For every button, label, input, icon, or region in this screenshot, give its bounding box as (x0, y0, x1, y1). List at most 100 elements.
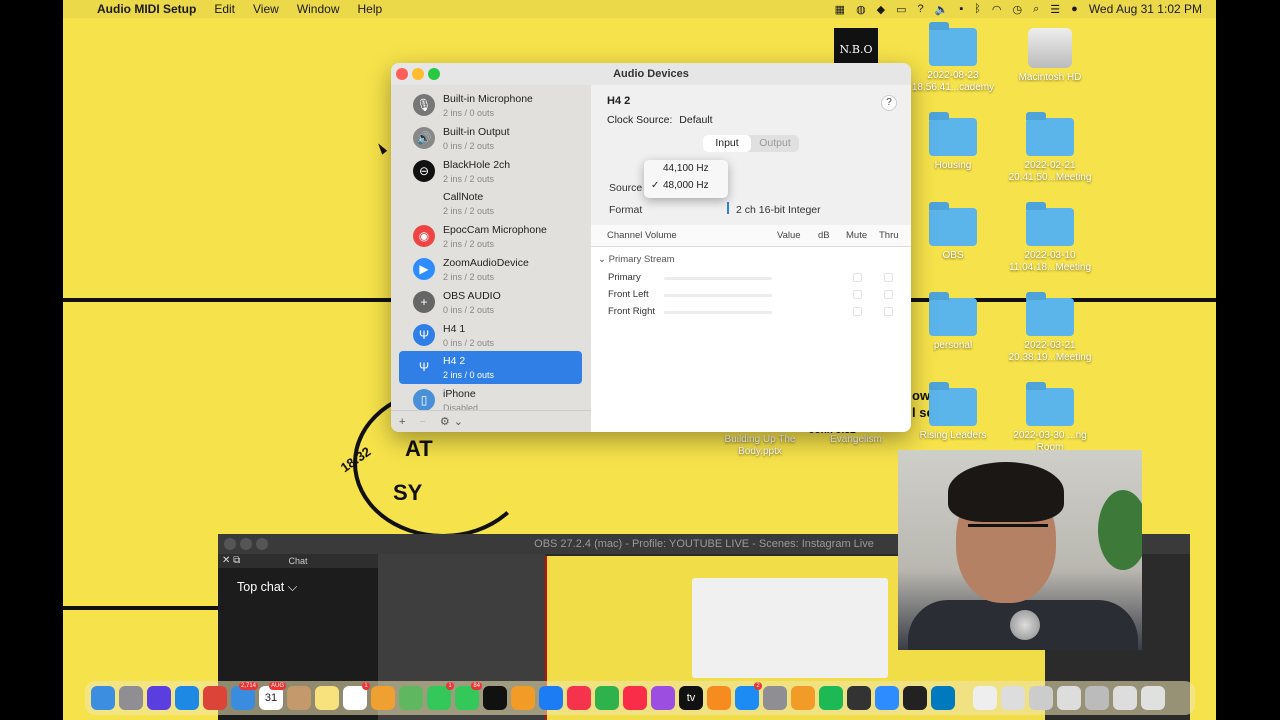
desktop-icon[interactable]: Rising Leaders (905, 382, 1001, 442)
help-status-icon[interactable]: ? (918, 3, 924, 15)
pages-icon[interactable] (511, 686, 535, 710)
device-row[interactable]: + OBS AUDIO 0 ins / 2 outs (399, 286, 582, 319)
device-row[interactable]: 🎙 Built-in Microphone 2 ins / 0 outs (399, 89, 582, 122)
device-row[interactable]: Ψ H4 2 2 ins / 0 outs (399, 351, 582, 385)
device-row[interactable]: CallNote 2 ins / 2 outs (399, 187, 582, 220)
window-thumb-5-icon[interactable] (1113, 686, 1137, 710)
trash-icon[interactable] (1141, 686, 1165, 710)
device-row[interactable]: ◉ EpocCam Microphone 2 ins / 2 outs (399, 220, 582, 253)
dropbox-icon[interactable]: ◆ (877, 3, 885, 16)
podcasts-icon[interactable] (651, 686, 675, 710)
mute-checkbox[interactable] (853, 307, 862, 316)
obs-icon[interactable] (847, 686, 871, 710)
window-thumb-2-icon[interactable] (1029, 686, 1053, 710)
zoom-button[interactable] (428, 68, 440, 80)
chat-close-icon[interactable]: ✕ ⧉ (222, 554, 240, 568)
facetime2-icon[interactable] (875, 686, 899, 710)
window-titlebar[interactable]: Audio Devices (391, 63, 911, 85)
obs-close-button[interactable] (224, 538, 236, 550)
menu-clock[interactable]: Wed Aug 31 1:02 PM (1089, 2, 1202, 16)
trello-icon[interactable] (931, 686, 955, 710)
menu-edit[interactable]: Edit (205, 2, 244, 16)
settings-menu-chevron-icon[interactable]: ⌄ (454, 415, 463, 428)
mail-icon[interactable]: 2,714 (231, 682, 258, 710)
photos-icon[interactable] (371, 686, 395, 710)
control-center-icon[interactable]: ☰ (1050, 3, 1060, 16)
wifi-icon[interactable]: ◠ (992, 3, 1002, 16)
help-button[interactable]: ? (881, 95, 897, 111)
garageband-icon[interactable] (791, 686, 815, 710)
clock-source-value[interactable]: Default (679, 114, 712, 126)
finder-icon[interactable] (91, 686, 115, 710)
notes-icon[interactable] (315, 686, 339, 710)
appstore-icon[interactable]: 2 (735, 682, 762, 710)
col-db[interactable]: dB (818, 230, 830, 241)
desktop-icon[interactable]: 2022-08-23 18.56.41...cademy (905, 22, 1001, 94)
siri-status-icon[interactable]: ● (1071, 3, 1078, 15)
device-row[interactable]: ▶ ZoomAudioDevice 2 ins / 2 outs (399, 253, 582, 286)
obs-minimize-button[interactable] (240, 538, 252, 550)
menu-help[interactable]: Help (349, 2, 392, 16)
desktop-icon[interactable]: 2022-02-21 20.41.50...Meeting (1002, 112, 1098, 184)
mute-checkbox[interactable] (853, 290, 862, 299)
bluetooth-icon[interactable]: ᛒ (974, 3, 981, 15)
tab-input[interactable]: Input (703, 135, 751, 152)
desktop-icon[interactable]: Housing (905, 112, 1001, 172)
calendar-icon[interactable]: 31 AUG (259, 682, 286, 710)
contacts-icon[interactable] (287, 686, 311, 710)
facetime-icon[interactable]: 1 (427, 682, 454, 710)
window-thumb-4-icon[interactable] (1085, 686, 1109, 710)
col-thru[interactable]: Thru (879, 230, 899, 241)
primary-stream-disclosure[interactable]: ⌄ Primary Stream (598, 254, 675, 265)
maps-icon[interactable] (399, 686, 423, 710)
window-thumb-3-icon[interactable] (1057, 686, 1081, 710)
top-chat-dropdown[interactable]: Top chat ⌵ (237, 580, 297, 595)
desktop-icon[interactable]: personal (905, 292, 1001, 352)
obs-zoom-button[interactable] (256, 538, 268, 550)
keyboard-layout-icon[interactable]: ▪ (959, 3, 963, 15)
siri-icon[interactable] (147, 686, 171, 710)
chrome-icon[interactable] (203, 686, 227, 710)
capcut-icon[interactable] (483, 686, 507, 710)
thru-checkbox[interactable] (884, 307, 893, 316)
menu-view[interactable]: View (244, 2, 288, 16)
reminders-icon[interactable]: 1 (343, 682, 370, 710)
col-channel-volume[interactable]: Channel Volume (607, 230, 677, 241)
desktop-icon[interactable]: Macintosh HD (1002, 28, 1098, 84)
sample-rate-option-selected[interactable]: ✓ 48,000 Hz (644, 177, 728, 194)
channel-volume-slider[interactable] (664, 311, 772, 314)
grid-status-icon[interactable]: ▦ (835, 3, 845, 16)
thru-checkbox[interactable] (884, 290, 893, 299)
music-icon[interactable] (623, 686, 647, 710)
format-value[interactable]: 2 ch 16-bit Integer (736, 204, 821, 216)
spotlight-search-icon[interactable]: ⌕ (1033, 3, 1039, 16)
channel-volume-slider[interactable] (664, 294, 772, 297)
add-device-button[interactable]: + (399, 416, 405, 428)
minimize-button[interactable] (412, 68, 424, 80)
volume-icon[interactable]: 🔈 (935, 3, 949, 16)
col-value[interactable]: Value (777, 230, 801, 241)
piano-icon[interactable] (903, 686, 927, 710)
xcode-icon[interactable] (539, 686, 563, 710)
camera-status-icon[interactable]: ◍ (856, 3, 866, 16)
books-icon[interactable] (707, 686, 731, 710)
window-thumb-1-icon[interactable] (1001, 686, 1025, 710)
launchpad-icon[interactable] (119, 686, 143, 710)
sample-rate-option[interactable]: 44,100 Hz (644, 160, 728, 177)
mute-checkbox[interactable] (853, 273, 862, 282)
channel-volume-slider[interactable] (664, 277, 772, 280)
desktop-icon[interactable]: 2022-03-10 11.04.18...Meeting (1002, 202, 1098, 274)
safari-icon[interactable] (175, 686, 199, 710)
appletv-icon[interactable]: tv (679, 686, 703, 710)
numbers-icon[interactable] (595, 686, 619, 710)
device-row[interactable]: ⊖ BlackHole 2ch 2 ins / 2 outs (399, 155, 582, 188)
thru-checkbox[interactable] (884, 273, 893, 282)
col-mute[interactable]: Mute (846, 230, 867, 241)
messages-icon[interactable]: 84 (455, 682, 482, 710)
doc-thumb-icon[interactable] (973, 686, 997, 710)
menu-window[interactable]: Window (288, 2, 349, 16)
spotify-icon[interactable] (819, 686, 843, 710)
news-icon[interactable] (567, 686, 591, 710)
device-settings-icon[interactable]: ⚙ (440, 415, 450, 428)
desktop-icon[interactable]: 2022-03-30 ...ng Room (1002, 382, 1098, 454)
